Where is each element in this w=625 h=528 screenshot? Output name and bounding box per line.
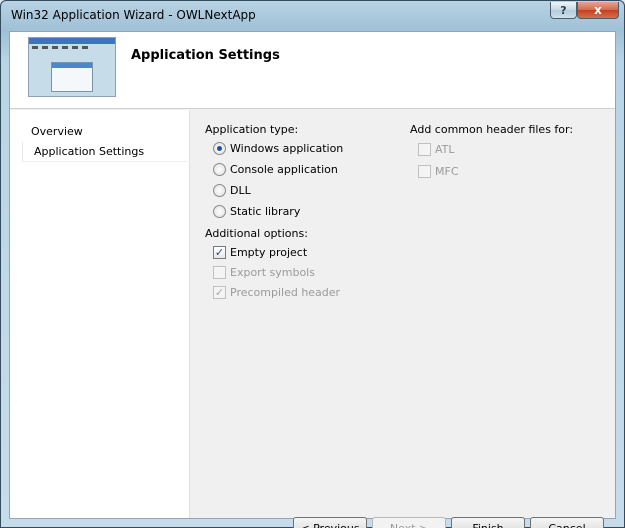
checkmark-icon: ✓: [213, 285, 226, 299]
title-bar[interactable]: Win32 Application Wizard - OWLNextApp ? …: [1, 1, 624, 29]
radio-label: Console application: [230, 162, 338, 176]
checkbox-empty-icon: [418, 164, 431, 178]
wizard-header: Application Settings: [10, 32, 615, 109]
app-type-label: Application type:: [205, 123, 299, 136]
additional-options-label: Additional options:: [205, 227, 308, 240]
radio-unselected-icon: [213, 183, 226, 197]
radio-dll[interactable]: DLL: [213, 181, 251, 199]
header-files-label: Add common header files for:: [410, 123, 574, 136]
checkbox-empty-icon: [418, 142, 431, 156]
close-icon: x: [594, 3, 602, 17]
checkbox-label: Precompiled header: [230, 285, 341, 299]
wizard-nav-pane: Overview Application Settings: [10, 110, 190, 518]
checkbox-precompiled-header[interactable]: ✓ Precompiled header: [213, 283, 340, 301]
checkbox-mfc[interactable]: MFC: [418, 162, 459, 180]
window-title: Win32 Application Wizard - OWLNextApp: [11, 8, 256, 22]
close-button[interactable]: x: [577, 2, 619, 19]
radio-label: Windows application: [230, 141, 344, 155]
radio-unselected-icon: [213, 204, 226, 218]
checkbox-label: ATL: [435, 142, 455, 156]
window-thumbnail-icon: [28, 37, 116, 97]
previous-button[interactable]: < Previous: [293, 517, 367, 528]
nav-item-application-settings[interactable]: Application Settings: [22, 142, 190, 162]
dialog-client-area: Application Settings Overview Applicatio…: [9, 31, 616, 528]
checkbox-label: Export symbols: [230, 265, 315, 279]
cancel-button[interactable]: Cancel: [530, 517, 604, 528]
checkbox-empty-project[interactable]: ✓ Empty project: [213, 243, 307, 261]
radio-static-library[interactable]: Static library: [213, 202, 300, 220]
finish-button[interactable]: Finish: [451, 517, 525, 528]
question-icon: ?: [560, 3, 567, 17]
radio-label: Static library: [230, 204, 301, 218]
checkbox-atl[interactable]: ATL: [418, 140, 455, 158]
checkbox-export-symbols[interactable]: Export symbols: [213, 263, 315, 281]
radio-selected-icon: [213, 141, 226, 155]
wizard-window: Win32 Application Wizard - OWLNextApp ? …: [0, 0, 625, 528]
nav-item-overview[interactable]: Overview: [31, 122, 83, 142]
checkbox-label: MFC: [435, 164, 459, 178]
help-button[interactable]: ?: [550, 2, 577, 19]
next-button[interactable]: Next >: [372, 517, 446, 528]
page-title: Application Settings: [131, 48, 280, 63]
checkbox-label: Empty project: [230, 245, 308, 259]
radio-console-application[interactable]: Console application: [213, 160, 338, 178]
checkmark-icon: ✓: [213, 245, 226, 259]
radio-windows-application[interactable]: Windows application: [213, 139, 343, 157]
checkbox-empty-icon: [213, 265, 226, 279]
radio-label: DLL: [230, 183, 251, 197]
settings-content: Application type: Windows application Co…: [191, 110, 615, 528]
radio-unselected-icon: [213, 162, 226, 176]
